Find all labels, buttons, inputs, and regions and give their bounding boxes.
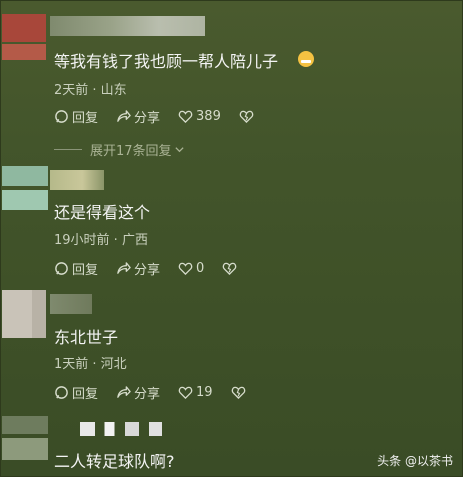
avatar[interactable] bbox=[2, 416, 48, 464]
comment-bubble-icon bbox=[55, 261, 68, 275]
like-button[interactable]: 0 bbox=[178, 261, 204, 276]
share-button[interactable]: 分享 bbox=[116, 383, 160, 402]
like-count: 0 bbox=[196, 260, 205, 276]
comment-meta: 2天前 · 山东 bbox=[54, 83, 127, 98]
grinning-face-emoji bbox=[298, 51, 314, 67]
share-label: 分享 bbox=[134, 262, 161, 278]
reply-label: 回复 bbox=[72, 262, 99, 278]
reply-button[interactable]: 回复 bbox=[54, 107, 98, 126]
dislike-button[interactable] bbox=[231, 385, 249, 400]
share-button[interactable]: 分享 bbox=[116, 259, 160, 278]
broken-heart-icon bbox=[231, 386, 245, 399]
broken-heart-icon bbox=[239, 110, 254, 123]
expand-replies-label: 展开17条回复 bbox=[90, 144, 172, 159]
share-arrow-icon bbox=[117, 385, 131, 398]
comment-text: 二人转足球队啊? bbox=[54, 452, 175, 471]
heart-icon bbox=[178, 262, 193, 275]
reply-button[interactable]: 回复 bbox=[54, 259, 98, 278]
avatar[interactable] bbox=[2, 14, 46, 62]
reply-label: 回复 bbox=[72, 386, 99, 402]
comment-bubble-icon bbox=[55, 385, 68, 399]
reply-button[interactable]: 回复 bbox=[54, 383, 98, 402]
heart-icon bbox=[178, 110, 193, 123]
comment-actions: 回复 分享 389 bbox=[54, 106, 275, 126]
divider-line bbox=[54, 149, 82, 150]
comment-actions: 回复 分享 0 bbox=[54, 258, 258, 278]
like-button[interactable]: 389 bbox=[178, 109, 221, 124]
share-arrow-icon bbox=[117, 261, 131, 274]
username-blurred[interactable] bbox=[50, 170, 104, 190]
comment-meta: 1天前 · 河北 bbox=[54, 357, 127, 372]
broken-heart-icon bbox=[223, 262, 237, 275]
chevron-down-icon bbox=[174, 147, 184, 153]
like-count: 389 bbox=[196, 108, 221, 124]
comment-bubble-icon bbox=[55, 109, 68, 123]
dislike-button[interactable] bbox=[222, 261, 240, 276]
username-blurred[interactable] bbox=[50, 294, 92, 314]
share-label: 分享 bbox=[134, 110, 161, 126]
like-button[interactable]: 19 bbox=[178, 385, 213, 400]
comment-text: 还是得看这个 bbox=[54, 203, 151, 222]
share-button[interactable]: 分享 bbox=[116, 107, 160, 126]
share-arrow-icon bbox=[117, 109, 131, 122]
expand-replies-button[interactable]: 展开17条回复 bbox=[54, 140, 185, 159]
username-blurred[interactable] bbox=[80, 422, 162, 436]
watermark: 头条 @以茶书 bbox=[377, 454, 453, 468]
comment-text: 东北世子 bbox=[54, 328, 119, 347]
share-label: 分享 bbox=[134, 386, 161, 402]
dislike-button[interactable] bbox=[239, 109, 257, 124]
comment-text: 等我有钱了我也顾一帮人陪儿子 bbox=[54, 52, 279, 71]
comment-actions: 回复 分享 19 bbox=[54, 382, 267, 402]
username-blurred[interactable] bbox=[50, 16, 205, 36]
like-count: 19 bbox=[196, 384, 213, 400]
reply-label: 回复 bbox=[72, 110, 99, 126]
comment-meta: 19小时前 · 广西 bbox=[54, 233, 148, 248]
avatar[interactable] bbox=[2, 290, 46, 338]
heart-icon bbox=[178, 386, 193, 399]
avatar[interactable] bbox=[2, 166, 48, 214]
